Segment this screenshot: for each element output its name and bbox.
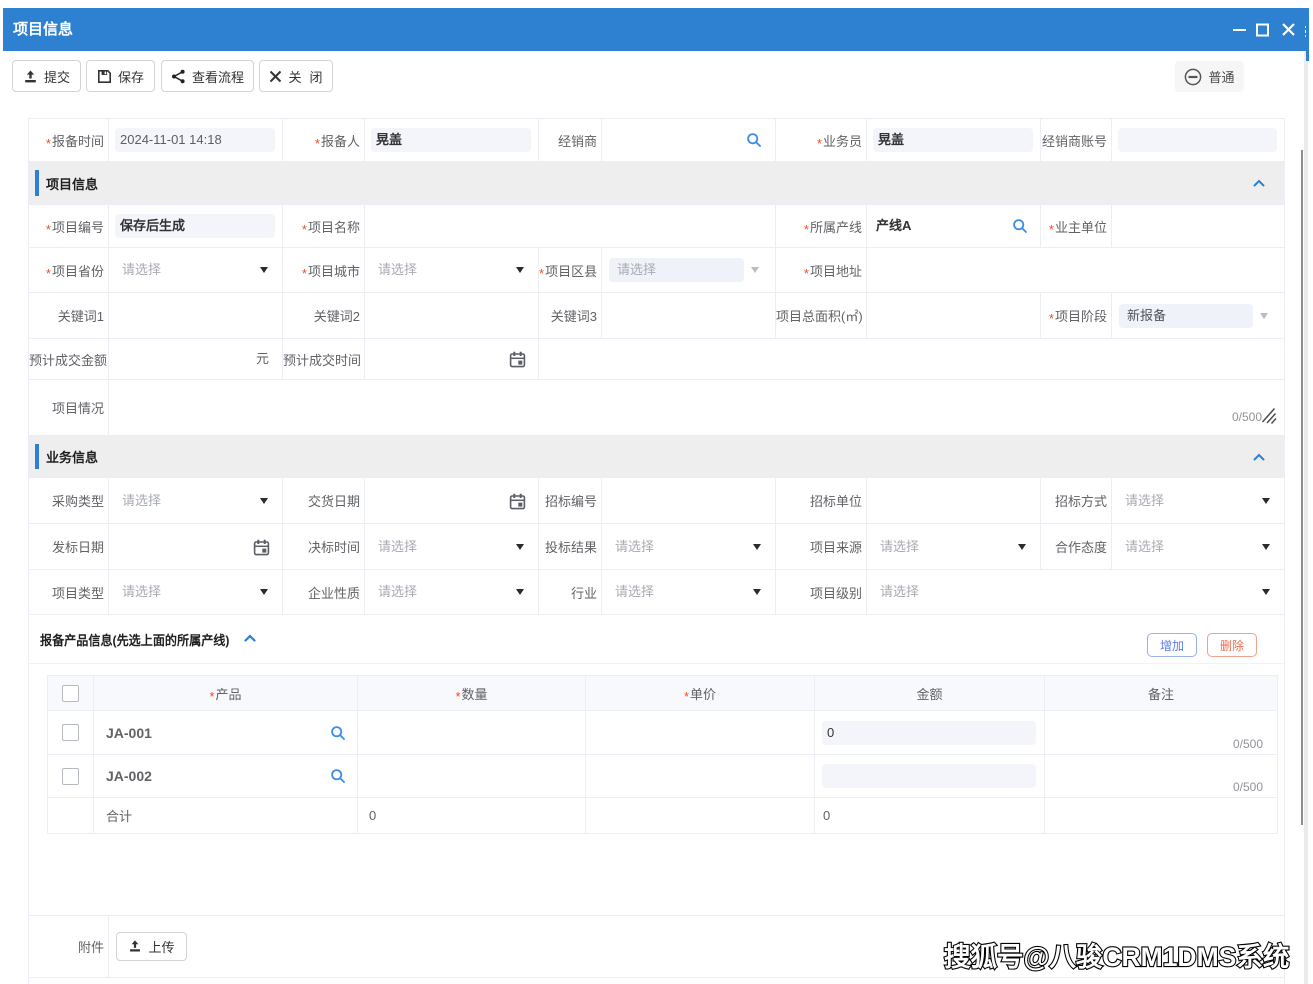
svg-text:搜狐号@八骏CRM1DMS系统: 搜狐号@八骏CRM1DMS系统 [944,942,1289,972]
